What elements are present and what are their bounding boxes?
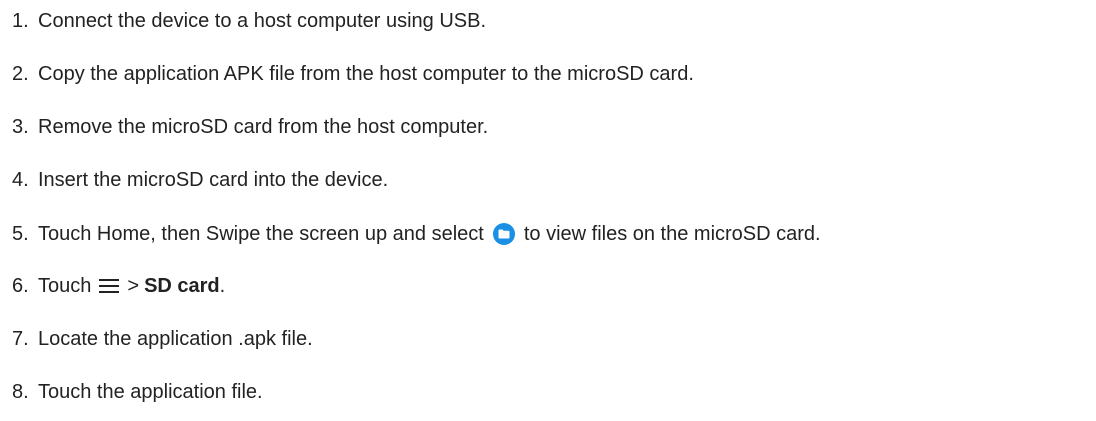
step-number: 8. xyxy=(12,381,29,403)
step-number: 1. xyxy=(12,10,29,32)
step-1: 1. Connect the device to a host computer… xyxy=(12,9,486,33)
step-text: Remove the microSD card from the host co… xyxy=(38,116,489,138)
step-8: 8. Touch the application file. xyxy=(12,380,263,404)
step-text: Locate the application .apk file. xyxy=(38,328,313,350)
step-4: 4. Insert the microSD card into the devi… xyxy=(12,168,388,192)
step-number: 3. xyxy=(12,116,29,138)
step-text: Touch the application file. xyxy=(38,381,263,403)
step-number: 4. xyxy=(12,169,29,191)
step-text-after: to view files on the microSD card. xyxy=(523,223,821,245)
files-folder-icon xyxy=(492,223,515,245)
hamburger-menu-icon xyxy=(99,278,120,294)
step-number: 6. xyxy=(12,275,29,297)
step-number: 7. xyxy=(12,328,29,350)
sd-card-label: SD card xyxy=(144,275,220,297)
step-2: 2. Copy the application APK file from th… xyxy=(12,62,694,86)
step-number: 5. xyxy=(12,223,29,245)
step-number: 2. xyxy=(12,63,29,85)
step-text-after: . xyxy=(219,275,226,297)
step-6: 6. Touch > SD card . xyxy=(12,274,225,298)
step-5: 5. Touch Home, then Swipe the screen up … xyxy=(12,222,821,246)
step-text: Insert the microSD card into the device. xyxy=(38,169,389,191)
step-text-before: Touch Home, then Swipe the screen up and… xyxy=(38,223,484,245)
step-text-mid: > xyxy=(127,275,140,297)
step-text: Connect the device to a host computer us… xyxy=(38,10,487,32)
step-text: Copy the application APK file from the h… xyxy=(38,63,694,85)
step-3: 3. Remove the microSD card from the host… xyxy=(12,115,488,139)
step-text-before: Touch xyxy=(38,275,92,297)
step-7: 7. Locate the application .apk file. xyxy=(12,327,313,351)
